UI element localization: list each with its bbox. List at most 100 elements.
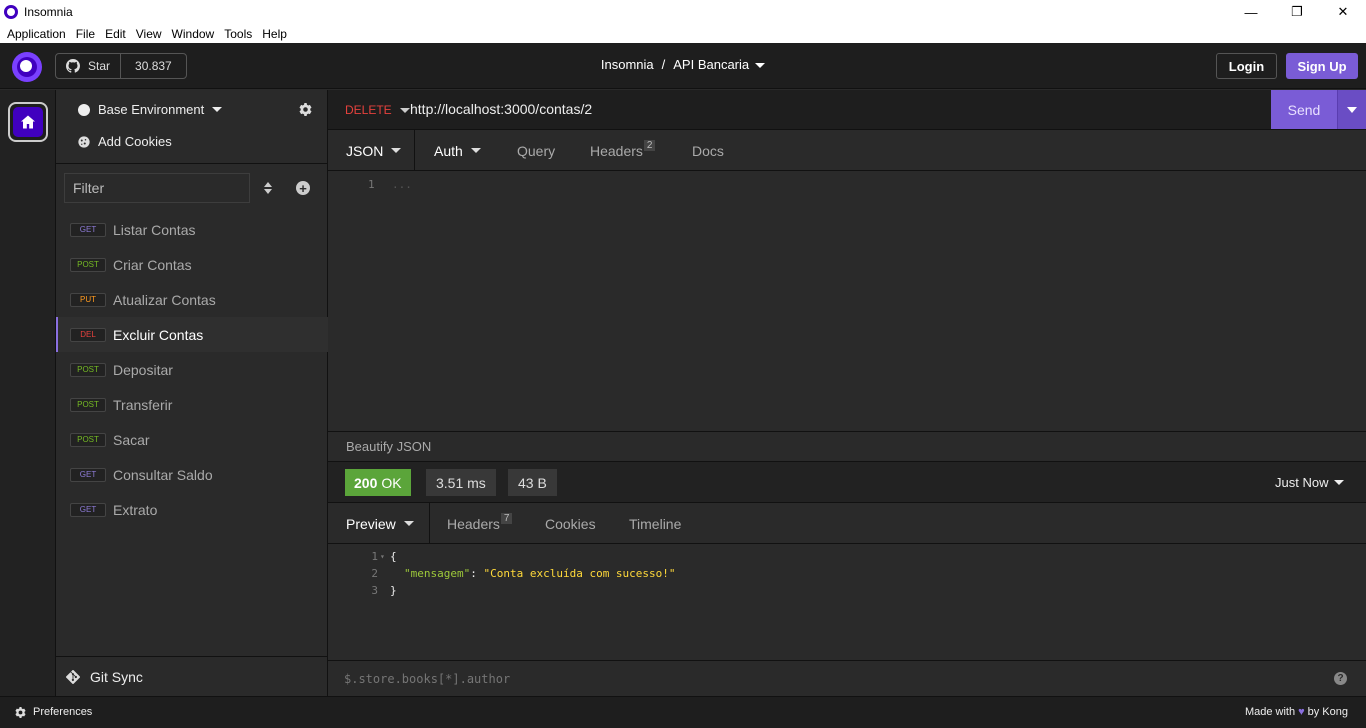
- method-selector[interactable]: DELETE: [345, 103, 410, 117]
- request-item[interactable]: DEL Excluir Contas: [56, 317, 328, 352]
- jsonpath-input[interactable]: [344, 667, 1304, 691]
- github-star-widget: Star 30.837: [55, 53, 187, 79]
- environment-name: Base Environment: [98, 102, 205, 117]
- tab-body[interactable]: JSON: [346, 130, 402, 171]
- filter-input[interactable]: [64, 173, 250, 203]
- tab-timeline[interactable]: Timeline: [629, 503, 681, 544]
- window-controls: — ❐ ✕: [1228, 0, 1366, 24]
- add-request-button[interactable]: +: [296, 181, 310, 195]
- request-sidebar: Base Environment Add Cookies + GET Lista…: [56, 90, 328, 696]
- send-options-button[interactable]: [1337, 90, 1366, 129]
- url-bar: DELETE http://localhost:3000/contas/2 Se…: [328, 90, 1366, 130]
- method-badge: GET: [70, 467, 106, 482]
- tab-response-headers-label: Headers: [447, 515, 500, 532]
- menu-window[interactable]: Window: [167, 27, 220, 41]
- request-item[interactable]: GET Extrato: [56, 492, 328, 527]
- line-number: 1: [368, 178, 375, 191]
- tab-docs[interactable]: Docs: [692, 130, 724, 171]
- breadcrumb-project[interactable]: API Bancaria: [673, 57, 749, 72]
- preferences-button[interactable]: Preferences: [15, 706, 92, 718]
- git-sync-label: Git Sync: [90, 668, 143, 685]
- gear-icon[interactable]: [299, 103, 312, 116]
- request-tabs: JSON Auth Query Headers 2 Docs: [328, 130, 1366, 171]
- login-button[interactable]: Login: [1216, 53, 1277, 79]
- add-cookies-label: Add Cookies: [98, 134, 172, 149]
- breadcrumb-app[interactable]: Insomnia: [601, 57, 654, 72]
- response-time: 3.51 ms: [426, 469, 496, 496]
- github-star-button[interactable]: Star: [56, 54, 122, 78]
- tab-query[interactable]: Query: [517, 130, 555, 171]
- response-status-bar: 200 OK 3.51 ms 43 B Just Now: [328, 462, 1366, 503]
- chevron-down-icon: [1347, 106, 1357, 113]
- request-item[interactable]: POST Transferir: [56, 387, 328, 422]
- chevron-down-icon[interactable]: [755, 63, 766, 69]
- tab-cookies[interactable]: Cookies: [545, 503, 596, 544]
- json-colon: :: [470, 567, 484, 580]
- status-code: 200: [354, 474, 378, 491]
- method-badge: GET: [70, 502, 106, 517]
- tab-cookies-label: Cookies: [545, 515, 596, 532]
- response-size: 43 B: [508, 469, 557, 496]
- tab-preview[interactable]: Preview: [346, 503, 414, 544]
- url-input[interactable]: http://localhost:3000/contas/2: [410, 101, 592, 117]
- star-label: Star: [88, 59, 111, 73]
- add-cookies-button[interactable]: Add Cookies: [78, 134, 172, 149]
- request-name: Extrato: [113, 501, 158, 518]
- tab-preview-label: Preview: [346, 515, 396, 532]
- request-item[interactable]: GET Listar Contas: [56, 212, 328, 247]
- chevron-down-icon: [399, 107, 410, 113]
- method-badge: PUT: [70, 292, 106, 307]
- code-text: }: [390, 584, 397, 597]
- beautify-json-button[interactable]: Beautify JSON: [328, 431, 1366, 462]
- menu-edit[interactable]: Edit: [100, 27, 131, 41]
- method-badge: POST: [70, 397, 106, 412]
- request-body-editor[interactable]: 1 ...: [328, 172, 1366, 431]
- tab-headers[interactable]: Headers 2: [590, 130, 656, 171]
- insomnia-logo-icon[interactable]: [12, 52, 42, 82]
- request-name: Sacar: [113, 431, 150, 448]
- fold-arrow-icon[interactable]: ▾: [380, 552, 385, 561]
- response-preview[interactable]: 1 ▾ { 2 "mensagem": "Conta excluída com …: [328, 545, 1366, 660]
- sidebar-divider: [56, 163, 328, 164]
- close-button[interactable]: ✕: [1320, 0, 1366, 24]
- json-value: "Conta excluída com sucesso!": [483, 567, 676, 580]
- left-rail: [0, 90, 56, 696]
- request-item[interactable]: PUT Atualizar Contas: [56, 282, 328, 317]
- made-with-kong[interactable]: Made with ♥ by Kong: [1245, 706, 1348, 718]
- chevron-down-icon: [403, 521, 414, 526]
- sort-icon[interactable]: [262, 180, 274, 196]
- app-header: Star 30.837 Insomnia / API Bancaria Login …: [0, 43, 1366, 89]
- menu-tools[interactable]: Tools: [219, 27, 257, 41]
- request-item[interactable]: POST Criar Contas: [56, 247, 328, 282]
- environment-color-icon: [78, 103, 90, 116]
- status-badge: 200 OK: [345, 469, 411, 496]
- environment-selector[interactable]: Base Environment: [78, 102, 223, 117]
- send-button[interactable]: Send: [1271, 90, 1337, 129]
- chevron-down-icon: [212, 107, 223, 112]
- minimize-button[interactable]: —: [1228, 0, 1274, 24]
- tab-auth[interactable]: Auth: [434, 130, 481, 171]
- status-text: OK: [381, 474, 402, 491]
- tab-auth-label: Auth: [434, 142, 463, 159]
- home-button[interactable]: [8, 102, 48, 142]
- maximize-button[interactable]: ❐: [1274, 0, 1320, 24]
- tab-divider: [429, 503, 430, 544]
- tab-response-headers[interactable]: Headers 7: [447, 503, 513, 544]
- star-count[interactable]: 30.837: [121, 59, 186, 73]
- sign-up-button[interactable]: Sign Up: [1286, 53, 1358, 79]
- menu-help[interactable]: Help: [257, 27, 292, 41]
- request-item[interactable]: GET Consultar Saldo: [56, 457, 328, 492]
- request-item[interactable]: POST Sacar: [56, 422, 328, 457]
- git-sync-button[interactable]: Git Sync: [56, 656, 328, 696]
- menu-file[interactable]: File: [71, 27, 100, 41]
- preferences-label: Preferences: [33, 706, 93, 718]
- response-history-dropdown[interactable]: Just Now: [1275, 475, 1345, 490]
- tab-divider: [414, 130, 415, 171]
- help-icon[interactable]: ?: [1334, 672, 1347, 685]
- request-item[interactable]: POST Depositar: [56, 352, 328, 387]
- code-text: "mensagem": "Conta excluída com sucesso!…: [404, 567, 676, 580]
- by-kong-label: by Kong: [1307, 706, 1348, 718]
- request-name: Consultar Saldo: [113, 466, 213, 483]
- menu-view[interactable]: View: [131, 27, 167, 41]
- menu-application[interactable]: Application: [2, 27, 71, 41]
